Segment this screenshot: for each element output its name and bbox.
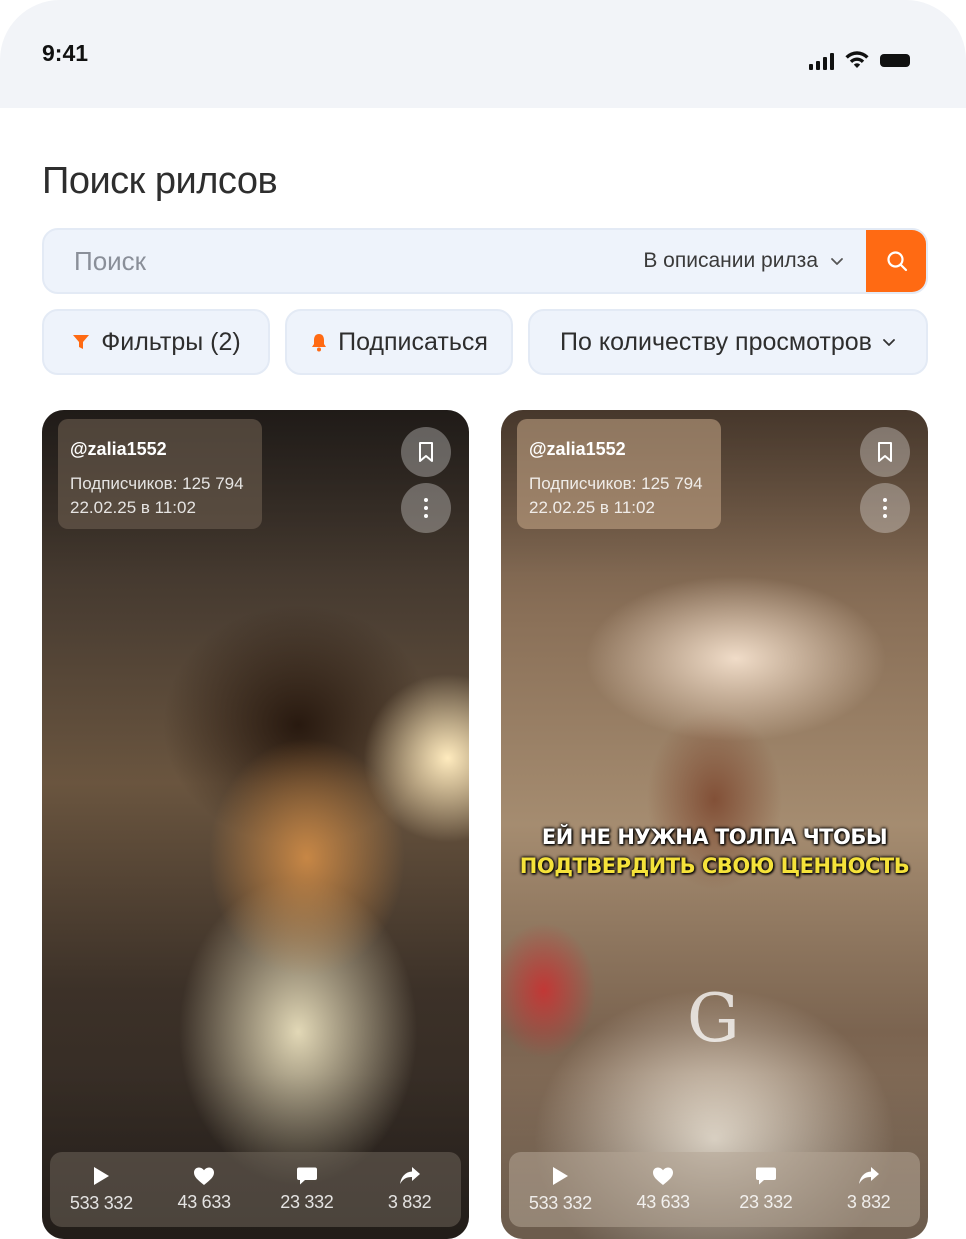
heart-icon xyxy=(653,1167,674,1185)
stat-comments: 23 332 xyxy=(721,1166,811,1213)
more-button[interactable] xyxy=(401,483,451,533)
play-icon xyxy=(94,1167,110,1185)
comment-icon xyxy=(755,1167,776,1185)
stat-shares: 3 832 xyxy=(365,1166,455,1213)
sort-select[interactable]: По количеству просмотров xyxy=(528,309,928,375)
more-vertical-icon xyxy=(424,498,428,518)
chevron-down-icon xyxy=(883,339,895,346)
stat-views: 533 332 xyxy=(56,1165,146,1214)
reel-subscribers: Подписчиков: 125 794 xyxy=(70,474,244,493)
heart-icon xyxy=(194,1167,215,1185)
reel-subscribers: Подписчиков: 125 794 xyxy=(529,474,703,493)
bookmark-button[interactable] xyxy=(401,427,451,477)
search-scope-label: В описании рилза xyxy=(643,249,818,272)
search-bar: В описании рилза xyxy=(42,228,928,294)
reel-stats: 533 332 43 633 23 332 3 832 xyxy=(50,1152,461,1227)
sort-label: По количеству просмотров xyxy=(560,327,872,356)
wifi-icon xyxy=(845,51,869,68)
stat-likes: 43 633 xyxy=(159,1166,249,1213)
play-icon xyxy=(553,1167,569,1185)
more-vertical-icon xyxy=(883,498,887,518)
chevron-down-icon xyxy=(831,258,843,265)
search-scope-select[interactable]: В описании рилза xyxy=(643,230,844,292)
status-bar: 9:41 xyxy=(0,0,966,108)
views-count: 533 332 xyxy=(528,1193,592,1213)
search-button[interactable] xyxy=(866,230,926,292)
reel-date: 22.02.25 в 11:02 xyxy=(70,498,196,517)
cellular-signal-icon xyxy=(809,50,834,70)
views-count: 533 332 xyxy=(69,1193,133,1213)
reel-stats: 533 332 43 633 23 332 3 832 xyxy=(509,1152,920,1227)
subscribe-button[interactable]: Подписаться xyxy=(285,309,513,375)
reel-author-info: @zalia1552 Подписчиков: 125 794 22.02.25… xyxy=(58,419,262,529)
search-icon xyxy=(887,251,908,272)
battery-icon xyxy=(880,54,910,67)
subscribe-label: Подписаться xyxy=(338,327,488,356)
likes-count: 43 633 xyxy=(177,1192,231,1212)
search-input[interactable] xyxy=(74,230,594,292)
reel-username[interactable]: @zalia1552 xyxy=(70,439,250,460)
reel-author-info: @zalia1552 Подписчиков: 125 794 22.02.25… xyxy=(517,419,721,529)
status-icons xyxy=(809,50,910,70)
bookmark-button[interactable] xyxy=(860,427,910,477)
comments-count: 23 332 xyxy=(280,1192,334,1212)
reel-username[interactable]: @zalia1552 xyxy=(529,439,709,460)
share-icon xyxy=(399,1167,420,1184)
comment-icon xyxy=(296,1167,317,1185)
bookmark-icon xyxy=(419,442,433,462)
reel-card[interactable]: @zalia1552 Подписчиков: 125 794 22.02.25… xyxy=(501,410,928,1239)
page-title: Поиск рилсов xyxy=(42,160,278,202)
status-time: 9:41 xyxy=(42,40,89,66)
likes-count: 43 633 xyxy=(636,1192,690,1212)
filters-label: Фильтры (2) xyxy=(101,327,241,356)
share-icon xyxy=(858,1167,879,1184)
stat-views: 533 332 xyxy=(515,1165,605,1214)
reel-date: 22.02.25 в 11:02 xyxy=(529,498,655,517)
reel-thumbnail xyxy=(42,410,469,1239)
stat-likes: 43 633 xyxy=(618,1166,708,1213)
stat-shares: 3 832 xyxy=(824,1166,914,1213)
shares-count: 3 832 xyxy=(387,1192,432,1212)
filter-icon xyxy=(73,335,90,349)
reel-caption-line-1: ЕЙ НЕ НУЖНА ТОЛПА ЧТОБЫ xyxy=(541,825,888,849)
reel-caption-line-2: ПОДТВЕРДИТЬ СВОЮ ЦЕННОСТЬ xyxy=(519,854,910,878)
watermark-logo: G xyxy=(687,980,740,1057)
filters-button[interactable]: Фильтры (2) xyxy=(42,309,270,375)
more-button[interactable] xyxy=(860,483,910,533)
comments-count: 23 332 xyxy=(739,1192,793,1212)
stat-comments: 23 332 xyxy=(262,1166,352,1213)
bookmark-icon xyxy=(878,442,892,462)
bell-icon xyxy=(312,334,327,352)
reel-card[interactable]: @zalia1552 Подписчиков: 125 794 22.02.25… xyxy=(42,410,469,1239)
shares-count: 3 832 xyxy=(846,1192,891,1212)
